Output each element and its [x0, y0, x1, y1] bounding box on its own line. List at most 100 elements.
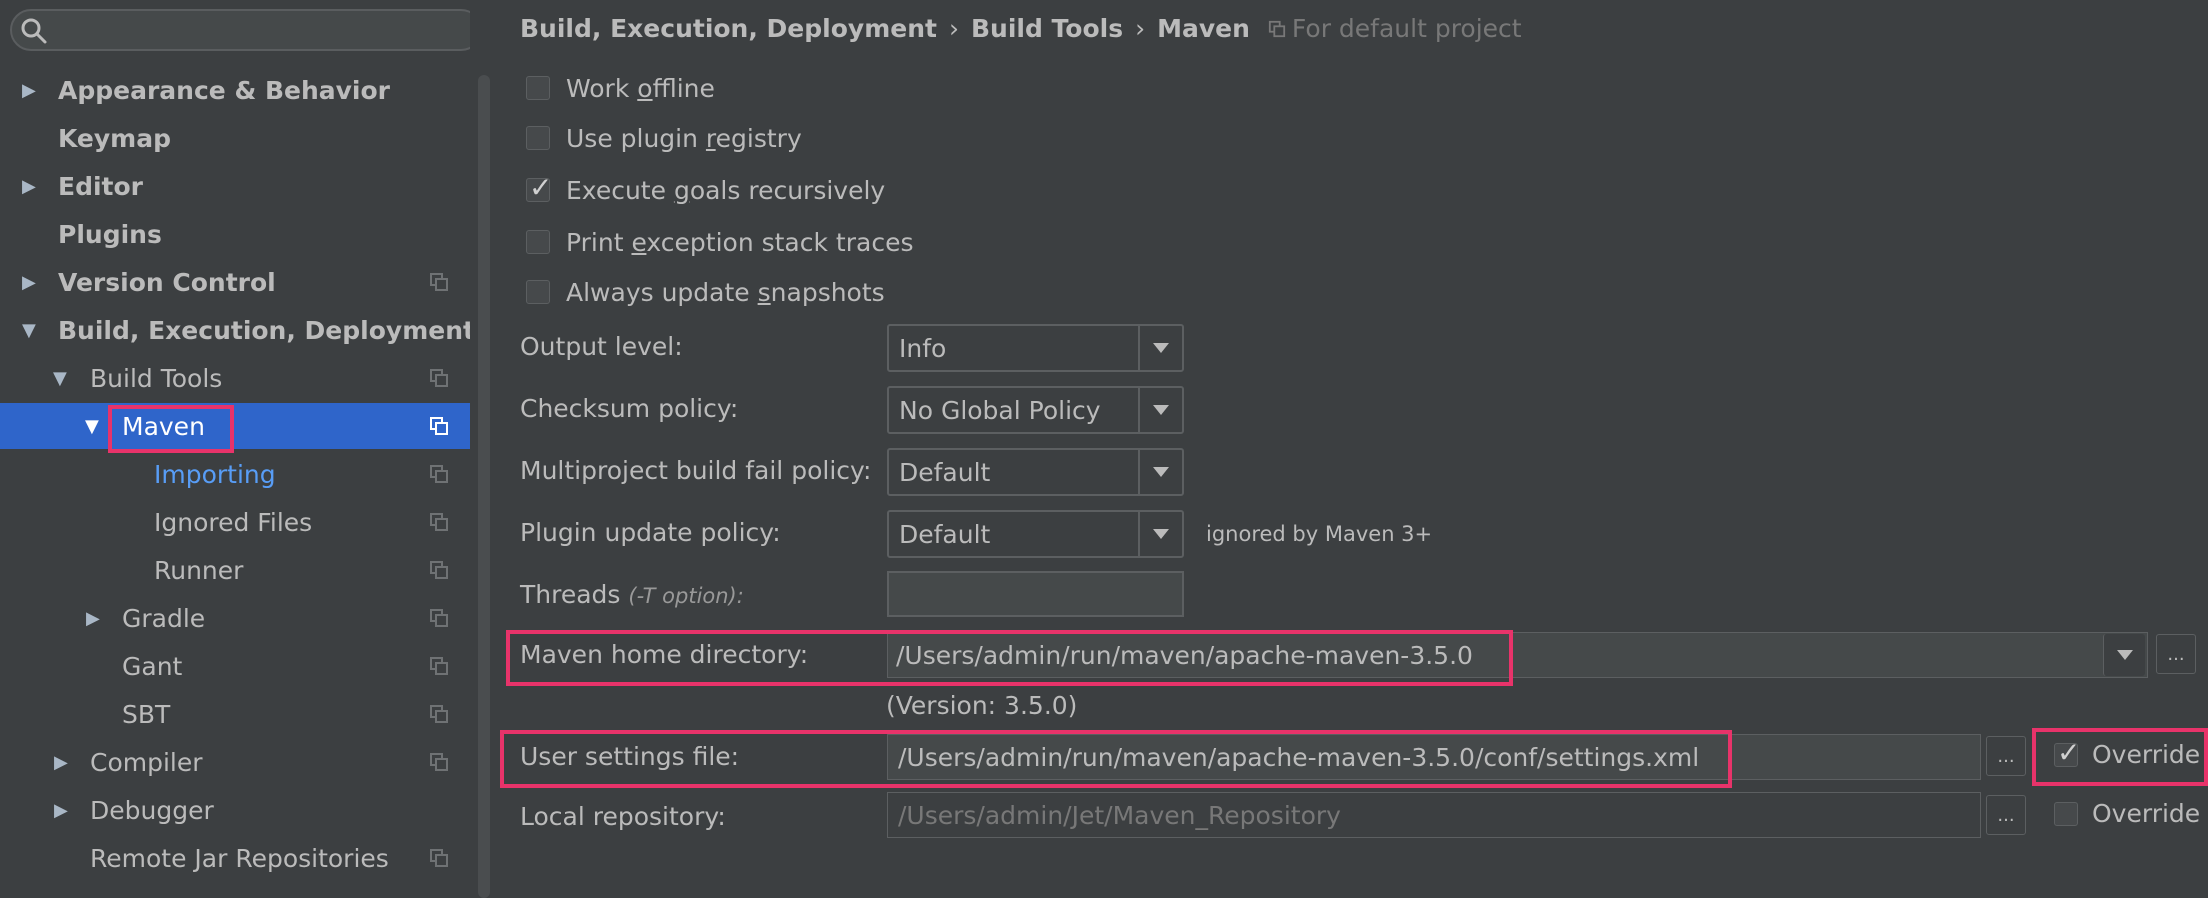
scope-indicator: For default project [1268, 14, 1522, 43]
always-update-snapshots-label: Always update snapshots [566, 277, 885, 307]
sidebar-item-label: Plugins [58, 219, 162, 249]
sidebar-item-label: Build, Execution, Deployment [58, 315, 475, 345]
maven-home-directory-value: /Users/admin/run/maven/apache-maven-3.5.… [896, 641, 1473, 670]
output-level-value: Info [899, 334, 947, 363]
plugin-update-policy-dropdown[interactable]: Default [887, 510, 1184, 558]
settings-sidebar: ▶ Appearance & Behavior Keymap ▶ Editor … [0, 0, 482, 898]
sidebar-item-label: Runner [154, 555, 244, 585]
checksum-policy-value: No Global Policy [899, 396, 1101, 425]
project-scope-icon [430, 369, 448, 387]
chevron-right-icon[interactable]: ▶ [54, 752, 68, 773]
maven-home-directory-label: Maven home directory: [520, 640, 809, 669]
sidebar-item-runner[interactable]: Runner [0, 547, 470, 593]
sidebar-item-maven[interactable]: ▼ Maven [0, 403, 470, 449]
ellipsis-icon: ... [2167, 643, 2185, 665]
project-scope-icon [430, 609, 448, 627]
maven-home-browse-button[interactable]: ... [2156, 634, 2196, 674]
local-repository-override-option[interactable]: Override [2054, 799, 2200, 828]
print-exception-stack-traces-option[interactable]: Print exception stack traces [526, 224, 913, 260]
project-scope-icon [1268, 20, 1286, 37]
project-scope-icon [430, 273, 448, 291]
chevron-right-icon[interactable]: ▶ [22, 272, 36, 293]
maven-version-label: (Version: 3.5.0) [886, 691, 1078, 720]
breadcrumb-separator: › [1135, 14, 1146, 43]
work-offline-option[interactable]: Work offline [526, 70, 715, 106]
execute-goals-recursively-checkbox[interactable] [526, 171, 552, 204]
project-scope-icon [430, 513, 448, 531]
sidebar-scrollbar[interactable] [478, 75, 490, 898]
search-box[interactable] [10, 9, 482, 51]
sidebar-item-remote-jar-repositories[interactable]: Remote Jar Repositories [0, 835, 470, 881]
search-input[interactable] [56, 13, 470, 49]
sidebar-item-label: Keymap [58, 123, 172, 153]
sidebar-item-label: Ignored Files [154, 507, 313, 537]
always-update-snapshots-checkbox[interactable] [526, 280, 550, 304]
project-scope-icon [430, 561, 448, 579]
local-repository-input[interactable]: /Users/admin/Jet/Maven_Repository [887, 792, 1981, 838]
chevron-down-icon[interactable]: ▼ [22, 320, 36, 341]
sidebar-item-compiler[interactable]: ▶ Compiler [0, 739, 470, 785]
maven-home-directory-input[interactable]: /Users/admin/run/maven/apache-maven-3.5.… [887, 632, 2148, 678]
project-scope-icon [430, 705, 448, 723]
breadcrumb-separator: › [948, 14, 959, 43]
user-settings-file-value: /Users/admin/run/maven/apache-maven-3.5.… [898, 743, 1700, 772]
sidebar-item-version-control[interactable]: ▶ Version Control [0, 259, 470, 305]
sidebar-item-importing[interactable]: Importing [0, 451, 470, 497]
breadcrumb-maven: Maven [1157, 14, 1250, 43]
dropdown-arrow-icon[interactable] [1138, 512, 1182, 556]
multiproject-build-fail-policy-dropdown[interactable]: Default [887, 448, 1184, 496]
sidebar-item-label: Maven [122, 411, 205, 441]
always-update-snapshots-option[interactable]: Always update snapshots [526, 274, 885, 310]
sidebar-item-label: Gradle [122, 603, 206, 633]
maven-home-dropdown-arrow[interactable] [2103, 634, 2145, 676]
user-settings-file-input[interactable]: /Users/admin/run/maven/apache-maven-3.5.… [887, 734, 1981, 780]
chevron-down-icon[interactable]: ▼ [85, 416, 99, 437]
user-settings-override-checkbox[interactable] [2054, 736, 2080, 769]
output-level-label: Output level: [520, 332, 683, 361]
sidebar-item-gradle[interactable]: ▶ Gradle [0, 595, 470, 641]
chevron-right-icon[interactable]: ▶ [22, 80, 36, 101]
chevron-right-icon[interactable]: ▶ [54, 800, 68, 821]
sidebar-item-label: Build Tools [90, 363, 223, 393]
local-repository-override-checkbox[interactable] [2054, 801, 2078, 826]
sidebar-item-keymap[interactable]: Keymap [0, 115, 470, 161]
breadcrumb-build-tools[interactable]: Build Tools [971, 14, 1123, 43]
checksum-policy-dropdown[interactable]: No Global Policy [887, 386, 1184, 434]
sidebar-item-gant[interactable]: Gant [0, 643, 470, 689]
multiproject-build-fail-policy-value: Default [899, 458, 991, 487]
sidebar-item-appearance-behavior[interactable]: ▶ Appearance & Behavior [0, 67, 470, 113]
print-exception-stack-traces-checkbox[interactable] [526, 230, 550, 254]
ellipsis-icon: ... [1997, 745, 2015, 767]
threads-label: Threads (-T option): [520, 580, 744, 609]
threads-input[interactable] [887, 571, 1184, 617]
user-settings-override-option[interactable]: Override [2054, 736, 2200, 769]
sidebar-item-build-tools[interactable]: ▼ Build Tools [0, 355, 470, 401]
sidebar-item-sbt[interactable]: SBT [0, 691, 470, 737]
search-icon [21, 18, 47, 44]
dropdown-arrow-icon[interactable] [1138, 326, 1182, 370]
sidebar-item-label: Importing [154, 459, 276, 489]
use-plugin-registry-option[interactable]: Use plugin registry [526, 120, 802, 156]
ellipsis-icon: ... [1997, 804, 2015, 826]
output-level-dropdown[interactable]: Info [887, 324, 1184, 372]
chevron-right-icon[interactable]: ▶ [86, 608, 100, 629]
sidebar-item-editor[interactable]: ▶ Editor [0, 163, 470, 209]
user-settings-browse-button[interactable]: ... [1986, 736, 2026, 776]
local-repository-browse-button[interactable]: ... [1986, 795, 2026, 835]
chevron-right-icon[interactable]: ▶ [22, 176, 36, 197]
sidebar-item-debugger[interactable]: ▶ Debugger [0, 787, 470, 833]
dropdown-arrow-icon[interactable] [1138, 450, 1182, 494]
project-scope-icon [430, 465, 448, 483]
sidebar-item-ignored-files[interactable]: Ignored Files [0, 499, 470, 545]
breadcrumb-build-execution-deployment[interactable]: Build, Execution, Deployment [520, 14, 937, 43]
use-plugin-registry-checkbox[interactable] [526, 126, 550, 150]
local-repository-value: /Users/admin/Jet/Maven_Repository [898, 801, 1341, 830]
execute-goals-recursively-option[interactable]: Execute goals recursively [526, 171, 885, 208]
sidebar-item-label: Editor [58, 171, 143, 201]
dropdown-arrow-icon[interactable] [1138, 388, 1182, 432]
sidebar-item-plugins[interactable]: Plugins [0, 211, 470, 257]
work-offline-checkbox[interactable] [526, 76, 550, 100]
chevron-down-icon[interactable]: ▼ [53, 368, 67, 389]
sidebar-item-build-execution-deployment[interactable]: ▼ Build, Execution, Deployment [0, 307, 475, 353]
sidebar-item-label: Compiler [90, 747, 203, 777]
